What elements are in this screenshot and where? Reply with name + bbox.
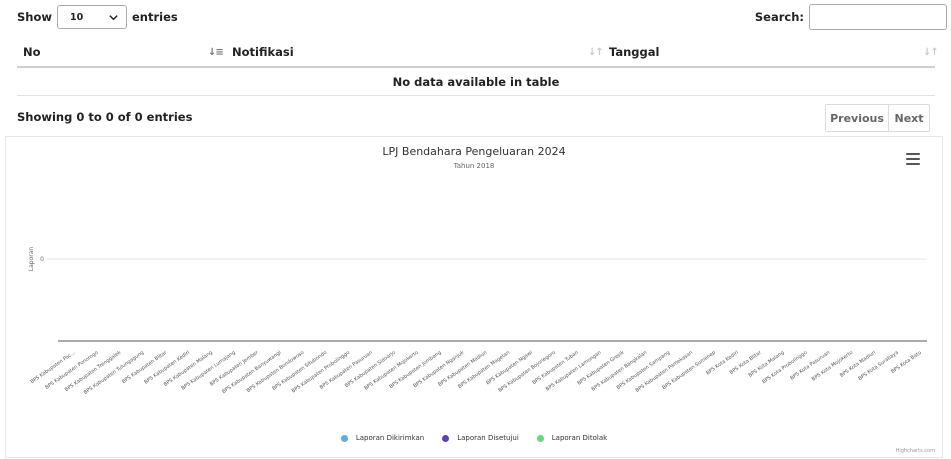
entries-select-value: 10 [70, 11, 84, 23]
column-header-notifikasi[interactable]: Notifikasi [232, 38, 294, 66]
search-label: Search: [754, 10, 804, 24]
chart-legend: Laporan Dikirimkan Laporan Disetujui Lapor… [6, 434, 942, 442]
hamburger-menu-icon[interactable] [906, 153, 920, 165]
legend-label: Laporan Ditolak [551, 434, 608, 442]
notification-table: No ↓≡ Notifikasi ↓↑ Tanggal ↓↑ No data a… [17, 38, 939, 96]
table-info: Showing 0 to 0 of 0 entries [17, 110, 193, 124]
legend-marker [442, 434, 450, 442]
sort-icon[interactable]: ↓↑ [923, 47, 939, 58]
chart-title: LPJ Bendahara Pengeluaran 2024 [382, 145, 566, 158]
entries-label: entries [132, 10, 178, 24]
chart-plot: Laporan 0 BPS Kabupaten Pac...BPS Kabupa… [28, 247, 927, 396]
y-axis-title: Laporan [28, 247, 35, 272]
legend-marker [340, 434, 348, 442]
chart-subtitle: Tahun 2018 [453, 162, 495, 170]
entries-select[interactable]: 10 [57, 5, 127, 29]
chart-credits[interactable]: Highcharts.com [896, 448, 935, 454]
legend-label: Laporan Disetujui [457, 434, 519, 442]
sort-asc-icon[interactable]: ↓≡ [208, 47, 224, 58]
legend-marker [536, 434, 544, 442]
x-tick-label: BPS Kota Surabaya [857, 350, 899, 382]
table-controls: Show 10 entries Search: [17, 4, 947, 30]
x-axis-labels: BPS Kabupaten Pac...BPS Kabupaten Ponoro… [30, 349, 923, 396]
table-header: No ↓≡ Notifikasi ↓↑ Tanggal ↓↑ [17, 38, 939, 68]
chart-container: Laporan 0 BPS Kabupaten Pac... BPS Kabupa… [5, 136, 943, 458]
length-menu: Show 10 entries [17, 4, 178, 30]
pagination: Previous Next [825, 104, 930, 132]
show-label: Show [17, 10, 52, 24]
legend-item[interactable]: Laporan Disetujui [442, 434, 519, 442]
column-header-tanggal[interactable]: Tanggal [609, 38, 659, 66]
chevron-down-icon [109, 14, 118, 20]
legend-label: Laporan Dikirimkan [355, 434, 425, 442]
legend-item[interactable]: Laporan Dikirimkan [340, 434, 425, 442]
legend-item[interactable]: Laporan Ditolak [536, 434, 608, 442]
sort-icon[interactable]: ↓↑ [588, 47, 604, 58]
y-tick-label: 0 [40, 256, 44, 263]
search-box: Search: [755, 4, 947, 30]
search-input[interactable] [809, 4, 947, 30]
column-header-no[interactable]: No [23, 38, 41, 66]
x-tick-label: BPS Kota Mojokerto [811, 350, 854, 383]
empty-table-message: No data available in table [17, 68, 935, 96]
next-button[interactable]: Next [888, 104, 930, 132]
previous-button[interactable]: Previous [825, 104, 889, 132]
